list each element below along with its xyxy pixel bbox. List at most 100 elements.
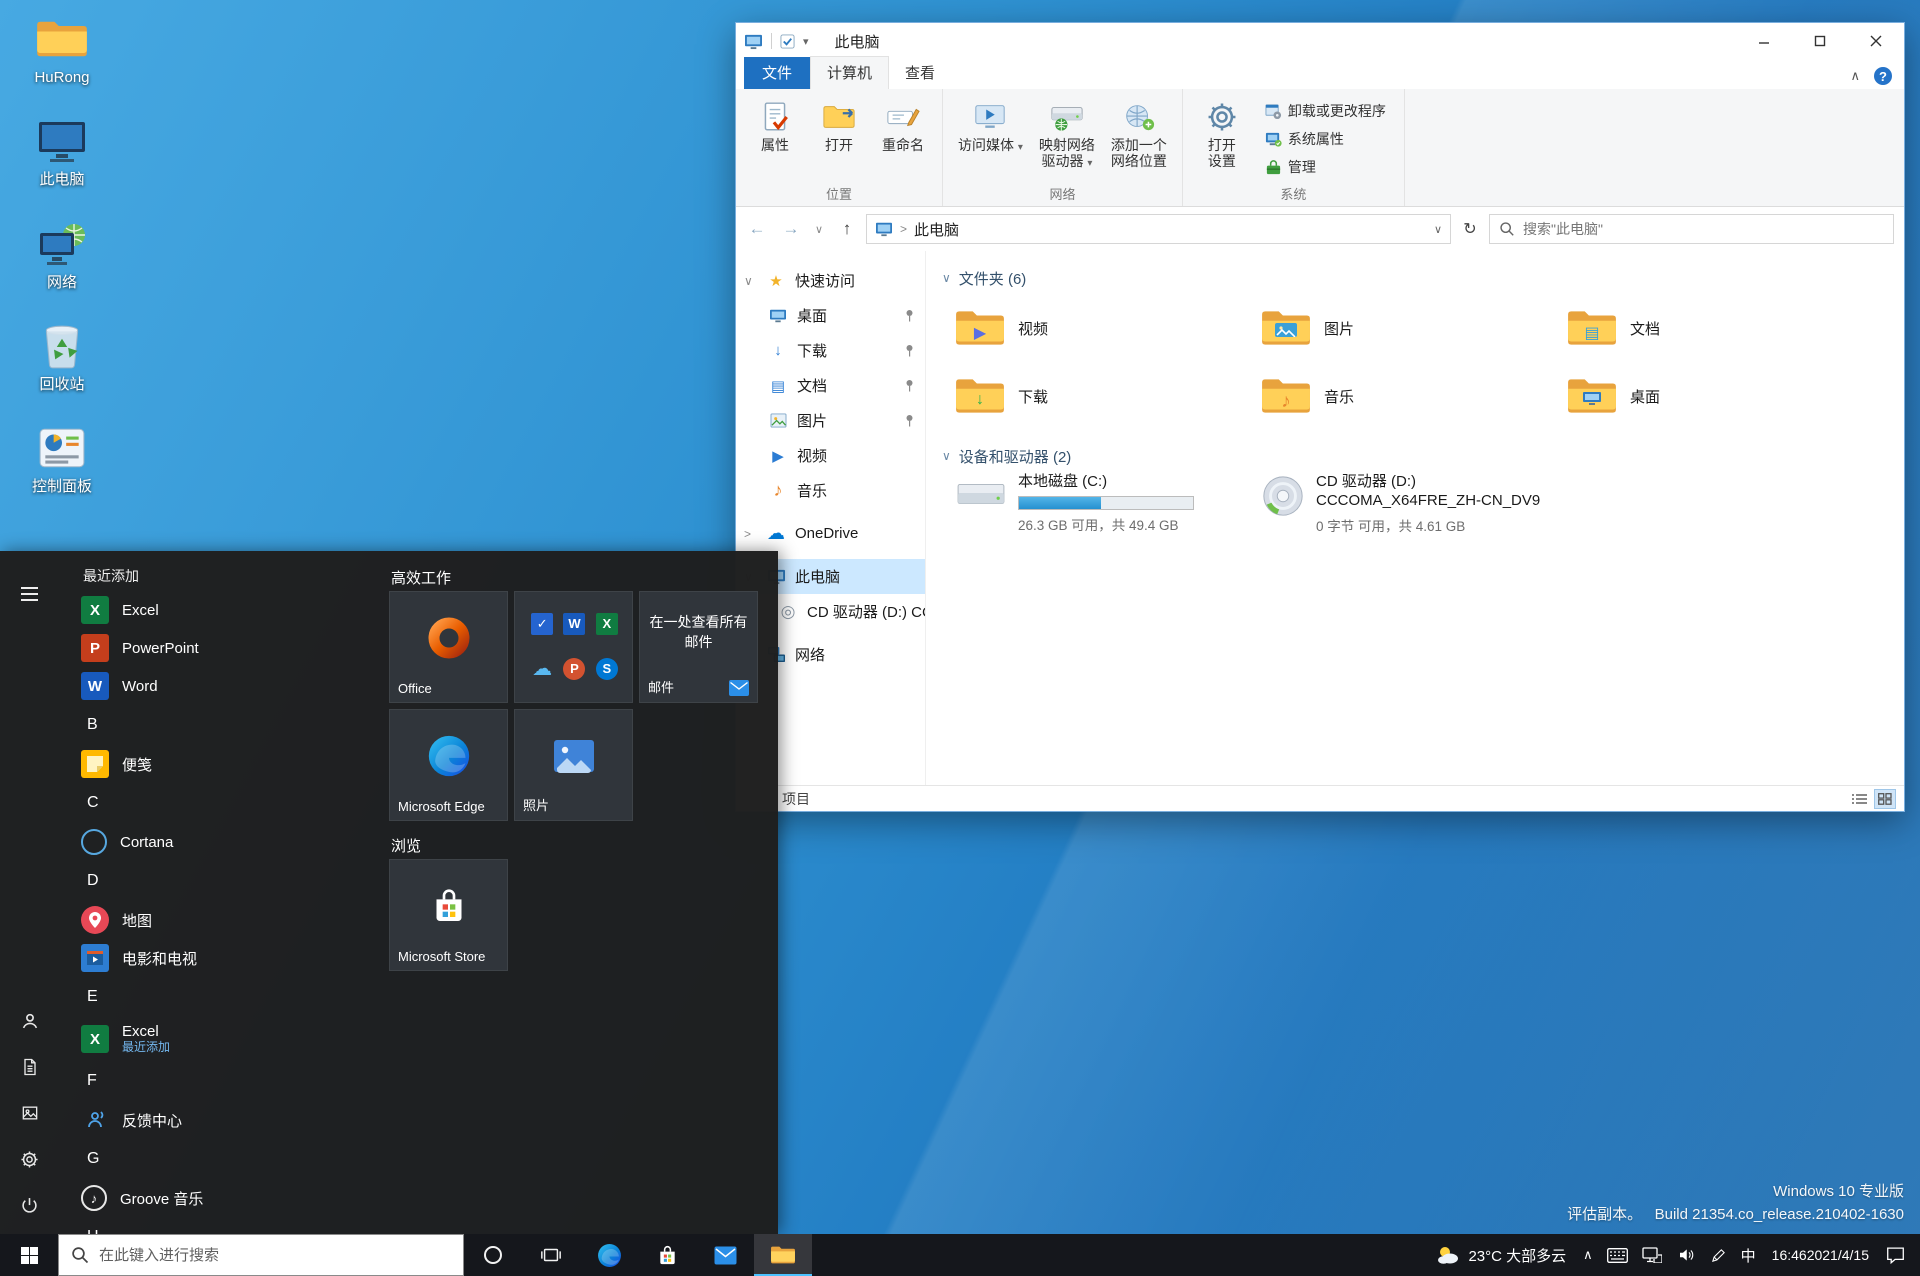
rename-button[interactable]: 重命名	[872, 95, 934, 156]
properties-button[interactable]: 属性	[744, 95, 806, 156]
taskbar-search[interactable]	[58, 1234, 464, 1276]
access-media-button[interactable]: 访问媒体 ▾	[951, 95, 1030, 157]
refresh-button[interactable]: ↻	[1455, 214, 1485, 244]
drive-d-tile[interactable]: CD 驱动器 (D:) CCCOMA_X64FRE_ZH-CN_DV9 0 字节 …	[1256, 469, 1544, 539]
folder-tile-music[interactable]: ♪ 音乐	[1256, 367, 1548, 425]
tile-edge[interactable]: Microsoft Edge	[389, 709, 508, 821]
expand-menu-icon[interactable]	[7, 571, 53, 617]
desktop-icon-recycle-bin[interactable]: 回收站	[12, 317, 112, 397]
app-item-stickynotes[interactable]: 便笺	[59, 745, 385, 783]
network-tray-icon[interactable]	[1635, 1234, 1669, 1276]
app-item-maps[interactable]: 地图	[59, 901, 385, 939]
collapse-ribbon-icon[interactable]: ∧	[1850, 68, 1860, 84]
app-item-excel[interactable]: X Excel	[59, 591, 385, 629]
store-taskbar-icon[interactable]	[638, 1234, 696, 1276]
user-account-icon[interactable]	[7, 998, 53, 1044]
section-folders[interactable]: ∨ 文件夹 (6)	[942, 265, 1904, 291]
explorer-search-input[interactable]	[1523, 221, 1884, 237]
chevron-right-icon[interactable]: >	[744, 527, 764, 541]
app-item-powerpoint[interactable]: P PowerPoint	[59, 629, 385, 667]
nav-desktop[interactable]: 桌面	[736, 298, 925, 333]
nav-quick-access[interactable]: ∨ ★ 快速访问	[736, 263, 925, 298]
app-item-movies-tv[interactable]: 电影和电视	[59, 939, 385, 977]
app-item-word[interactable]: W Word	[59, 667, 385, 705]
tab-file[interactable]: 文件	[744, 57, 811, 89]
folder-tile-downloads[interactable]: ↓ 下载	[950, 367, 1242, 425]
tab-view[interactable]: 查看	[889, 57, 951, 89]
details-view-button[interactable]	[1848, 789, 1870, 809]
map-network-drive-button[interactable]: 映射网络 驱动器 ▾	[1032, 95, 1102, 173]
letter-header-e[interactable]: E	[59, 977, 385, 1017]
letter-header-g[interactable]: G	[59, 1139, 385, 1179]
app-item-feedback-hub[interactable]: 反馈中心	[59, 1101, 385, 1139]
chevron-down-icon[interactable]: ∨	[744, 274, 764, 288]
nav-documents[interactable]: ▤ 文档	[736, 368, 925, 403]
help-icon[interactable]: ?	[1874, 67, 1892, 85]
clock[interactable]: 16:46 2021/4/15	[1763, 1234, 1878, 1276]
tile-store[interactable]: Microsoft Store	[389, 859, 508, 971]
back-button[interactable]: ←	[742, 214, 772, 244]
maximize-button[interactable]	[1792, 23, 1848, 59]
tile-mail[interactable]: 在一处查看所有邮件 邮件	[639, 591, 758, 703]
large-icons-view-button[interactable]	[1874, 788, 1896, 809]
file-explorer-taskbar-icon[interactable]	[754, 1234, 812, 1276]
folder-tile-documents[interactable]: ▤ 文档	[1562, 299, 1854, 357]
drive-c-tile[interactable]: 本地磁盘 (C:) 26.3 GB 可用，共 49.4 GB	[950, 469, 1256, 539]
desktop-icon-control-panel[interactable]: 控制面板	[12, 419, 112, 499]
settings-gear-icon[interactable]	[7, 1136, 53, 1182]
letter-header-d[interactable]: D	[59, 861, 385, 901]
forward-button[interactable]: →	[776, 214, 806, 244]
tile-group-productivity[interactable]: 高效工作	[389, 563, 770, 591]
edge-taskbar-icon[interactable]	[580, 1234, 638, 1276]
open-button[interactable]: 打开	[808, 95, 870, 156]
address-dropdown-icon[interactable]: ∨	[1434, 223, 1442, 236]
pen-icon[interactable]	[1703, 1234, 1734, 1276]
documents-rail-icon[interactable]	[7, 1044, 53, 1090]
tray-overflow-chevron[interactable]: ∧	[1576, 1234, 1600, 1276]
pictures-rail-icon[interactable]	[7, 1090, 53, 1136]
app-item-cortana[interactable]: Cortana	[59, 823, 385, 861]
nav-videos[interactable]: ▶ 视频	[736, 438, 925, 473]
qat-checkbox-icon[interactable]	[780, 33, 795, 49]
letter-header-b[interactable]: B	[59, 705, 385, 745]
touch-keyboard-icon[interactable]	[1600, 1234, 1635, 1276]
weather-widget[interactable]: 23°C 大部多云	[1426, 1234, 1576, 1276]
action-center-icon[interactable]	[1878, 1234, 1913, 1276]
open-settings-button[interactable]: 打开 设置	[1191, 95, 1253, 172]
breadcrumb[interactable]: > 此电脑 ∨	[866, 214, 1451, 244]
explorer-titlebar[interactable]: ▾ 此电脑	[736, 23, 1904, 59]
tab-computer[interactable]: 计算机	[810, 56, 890, 89]
desktop-icon-network[interactable]: 网络	[12, 215, 112, 295]
ime-indicator[interactable]: 中	[1734, 1234, 1763, 1276]
desktop-icon-this-pc[interactable]: 此电脑	[12, 112, 112, 192]
system-properties-button[interactable]: 系统属性	[1261, 127, 1390, 151]
up-button[interactable]: ↑	[832, 214, 862, 244]
volume-icon[interactable]	[1669, 1234, 1703, 1276]
tile-office[interactable]: Office	[389, 591, 508, 703]
folder-tile-videos[interactable]: ▶ 视频	[950, 299, 1242, 357]
qat-dropdown-icon[interactable]: ▾	[803, 35, 809, 48]
power-icon[interactable]	[7, 1182, 53, 1228]
folder-tile-desktop[interactable]: 桌面	[1562, 367, 1854, 425]
letter-header-h[interactable]: H	[59, 1217, 385, 1234]
nav-pictures[interactable]: 图片	[736, 403, 925, 438]
explorer-search[interactable]	[1489, 214, 1894, 244]
start-button[interactable]	[0, 1234, 58, 1276]
nav-onedrive[interactable]: > ☁ OneDrive	[736, 516, 925, 551]
nav-music[interactable]: ♪ 音乐	[736, 473, 925, 508]
recent-locations-dropdown[interactable]: ∨	[810, 214, 828, 244]
minimize-button[interactable]	[1736, 23, 1792, 59]
task-view-button[interactable]	[522, 1234, 580, 1276]
uninstall-program-button[interactable]: 卸载或更改程序	[1261, 99, 1390, 123]
section-devices[interactable]: ∨ 设备和驱动器 (2)	[942, 443, 1904, 469]
app-item-excel-recent[interactable]: X Excel 最近添加	[59, 1017, 385, 1061]
tile-office-apps[interactable]: ✓ W X ☁ P S	[514, 591, 633, 703]
breadcrumb-location[interactable]: 此电脑	[914, 219, 959, 240]
desktop-icon-user-folder[interactable]: HuRong	[12, 10, 112, 90]
add-network-location-button[interactable]: 添加一个 网络位置	[1104, 95, 1174, 172]
letter-header-f[interactable]: F	[59, 1061, 385, 1101]
manage-button[interactable]: 管理	[1261, 155, 1390, 179]
nav-downloads[interactable]: ↓ 下载	[736, 333, 925, 368]
folder-tile-pictures[interactable]: 图片	[1256, 299, 1548, 357]
app-item-groove-music[interactable]: ♪ Groove 音乐	[59, 1179, 385, 1217]
